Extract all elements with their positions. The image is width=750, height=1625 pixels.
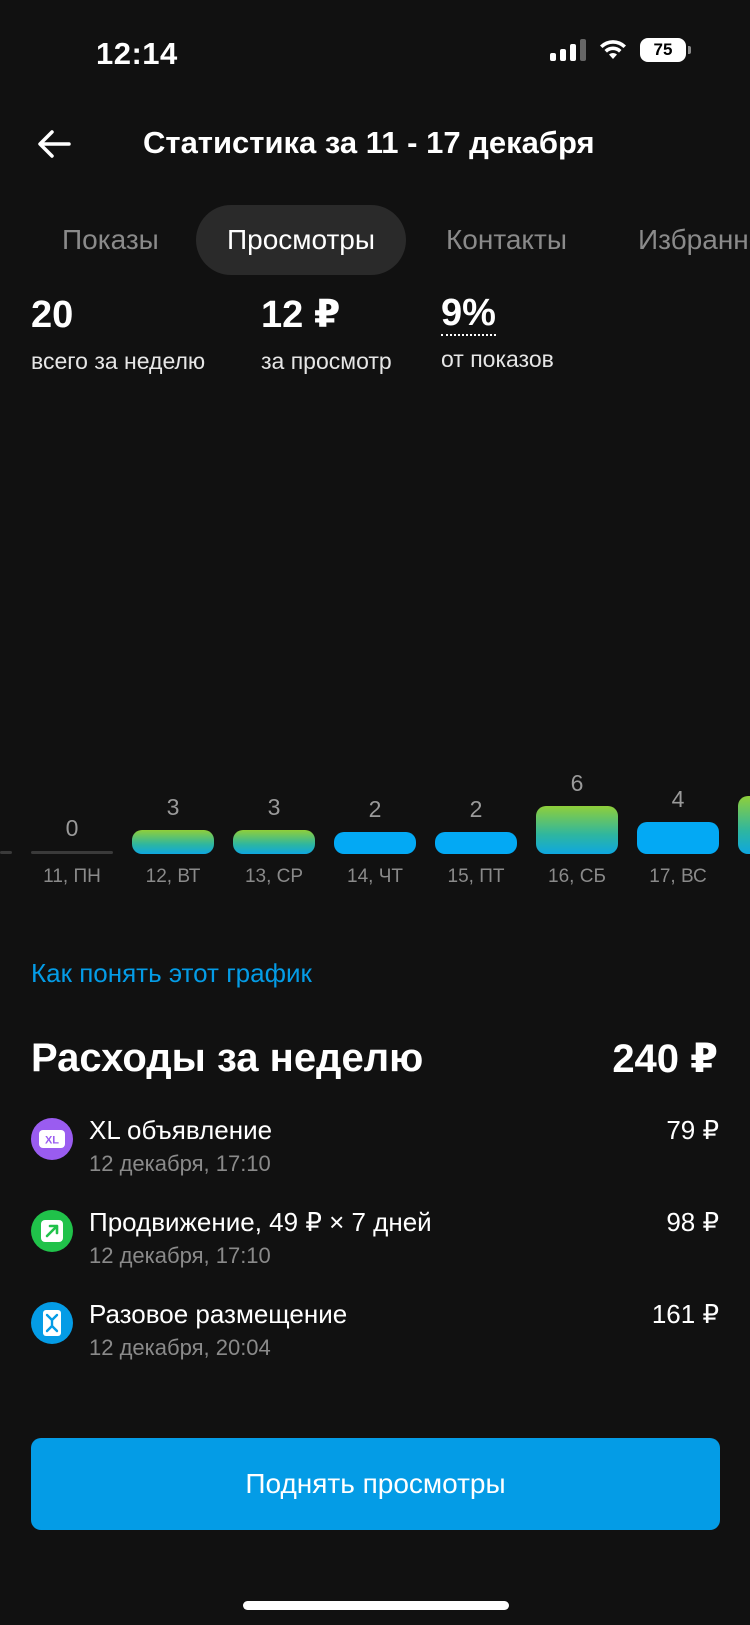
expense-price: 161 ₽	[651, 1299, 719, 1329]
promotion-arrow-icon	[31, 1210, 73, 1252]
bar-value-label: 2	[368, 796, 382, 822]
expense-price: 98 ₽	[666, 1207, 719, 1237]
day-label: 15, ПТ	[447, 866, 505, 887]
day-label: 16, СБ	[548, 866, 606, 887]
expense-name: Продвижение, 49 ₽ × 7 дней	[89, 1207, 432, 1237]
boost-views-button[interactable]: Поднять просмотры	[31, 1438, 720, 1530]
chart-bar[interactable]	[132, 830, 214, 854]
tab-bar: Показы Просмотры Контакты Избранное	[0, 205, 750, 275]
stat-value: 20	[31, 294, 74, 336]
battery-icon: 75	[640, 38, 691, 62]
svg-text:XL: XL	[45, 1135, 59, 1147]
bar-value-label: 2	[469, 796, 483, 822]
bar-value-label: 3	[166, 794, 180, 820]
expense-date: 12 декабря, 20:04	[89, 1335, 271, 1360]
bar-value-label: 6	[570, 770, 584, 796]
chart-bar[interactable]	[536, 806, 618, 854]
back-button[interactable]	[34, 124, 74, 164]
expense-price: 79 ₽	[666, 1115, 719, 1145]
expense-date: 12 декабря, 17:10	[89, 1151, 271, 1176]
expenses-title: Расходы за неделю	[31, 1036, 424, 1080]
stat-value: 12 ₽	[261, 294, 341, 336]
expense-item[interactable]: Разовое размещение 12 декабря, 20:04 161…	[31, 1299, 719, 1369]
chart-help-link[interactable]: Как понять этот график	[31, 958, 312, 989]
expense-name: XL объявление	[89, 1115, 273, 1145]
battery-level: 75	[653, 40, 673, 59]
stat-per-view: 12 ₽ за просмотр	[261, 292, 392, 375]
day-label: 13, СР	[244, 866, 304, 887]
tab-favorites[interactable]: Избранное	[638, 205, 750, 275]
expense-item[interactable]: Продвижение, 49 ₽ × 7 дней 12 декабря, 1…	[31, 1207, 719, 1277]
day-label: 17, ВС	[649, 866, 707, 887]
stat-of-impressions[interactable]: 9% от показов	[441, 292, 554, 373]
chart-bar[interactable]	[31, 851, 113, 854]
page-title: Статистика за 11 - 17 декабря	[143, 125, 595, 160]
bar-value-label: 0	[65, 815, 79, 841]
day-label: 14, ЧТ	[347, 866, 403, 887]
stat-label: за просмотр	[261, 348, 392, 374]
stat-value: 9%	[441, 292, 496, 336]
tab-views[interactable]: Просмотры	[196, 205, 406, 275]
xl-icon: XL	[31, 1118, 73, 1160]
chart-bar[interactable]	[233, 830, 315, 854]
back-arrow-icon	[38, 130, 71, 158]
expense-name: Разовое размещение	[89, 1299, 348, 1329]
screen: 12:14 75 Статистика за 11 - 17 декабря П…	[0, 0, 750, 1625]
cellular-signal-icon	[550, 39, 586, 61]
expense-date: 12 декабря, 17:10	[89, 1243, 271, 1268]
chart-bar[interactable]	[334, 832, 416, 854]
stat-label: всего за неделю	[31, 348, 206, 374]
tab-contacts[interactable]: Контакты	[446, 205, 567, 275]
status-time: 12:14	[96, 36, 178, 71]
tab-impressions[interactable]: Показы	[62, 205, 159, 275]
views-bar-chart: 0 11, ПН 3 12, ВТ 3 13, СР 2 14, ЧТ 2 15, ПТ 6 16, …	[0, 740, 750, 890]
stat-label: от показов	[441, 346, 554, 372]
status-icons: 75	[550, 38, 691, 62]
expenses-total: 240 ₽	[612, 1037, 718, 1081]
chart-bar[interactable]	[435, 832, 517, 854]
stat-total-week: 20 всего за неделю	[31, 292, 205, 375]
home-indicator	[243, 1601, 509, 1610]
day-label: 11, ПН	[43, 866, 101, 887]
bar-value-label: 3	[267, 794, 281, 820]
wifi-icon	[600, 40, 626, 59]
day-label: 12, ВТ	[145, 866, 201, 887]
expense-item[interactable]: XL XL объявление 12 декабря, 17:10 79 ₽	[31, 1115, 719, 1185]
bar-partial-prev	[0, 851, 12, 854]
placement-icon	[31, 1302, 73, 1344]
bar-partial-next	[738, 796, 750, 854]
chart-bar[interactable]	[637, 822, 719, 854]
bar-value-label: 4	[671, 786, 685, 812]
